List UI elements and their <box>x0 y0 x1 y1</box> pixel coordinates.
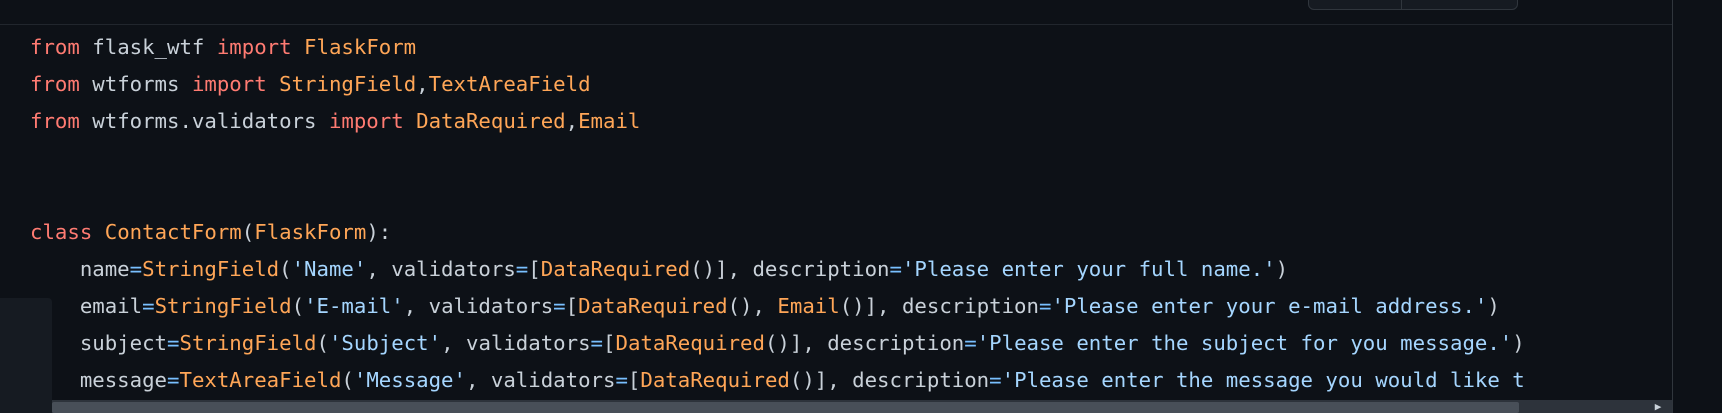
code-line: from wtforms.validators import DataRequi… <box>30 103 1525 140</box>
code-token: ()], description <box>789 368 990 392</box>
code-token: = <box>142 294 155 318</box>
code-token: [ <box>528 257 541 281</box>
code-token: = <box>964 331 977 355</box>
code-token: DataRequired <box>578 294 728 318</box>
code-token: StringField <box>179 331 317 355</box>
code-token: ContactForm <box>104 220 242 244</box>
code-token: FlaskForm <box>254 220 367 244</box>
code-token: ()], description <box>764 331 965 355</box>
code-token: from <box>30 109 80 133</box>
code-token: ) <box>1487 294 1500 318</box>
code-token: StringField <box>279 72 417 96</box>
code-token: 'Message' <box>353 368 466 392</box>
code-line: message=TextAreaField('Message', validat… <box>30 362 1525 399</box>
code-token: import <box>216 35 292 59</box>
code-token: ( <box>279 257 292 281</box>
code-token: ()], description <box>690 257 890 281</box>
code-token: DataRequired <box>416 109 566 133</box>
code-token: = <box>889 257 902 281</box>
code-token: ()], description <box>839 294 1039 318</box>
code-line: name=StringField('Name', validators=[Dat… <box>30 251 1525 288</box>
code-token: ( <box>341 368 354 392</box>
scroll-right-arrow-icon[interactable]: ▶ <box>1650 401 1666 413</box>
code-token: , <box>565 109 579 133</box>
code-token: ( <box>316 331 329 355</box>
horizontal-scrollbar[interactable] <box>52 400 1672 413</box>
code-token: , validators <box>403 294 554 318</box>
code-line: email=StringField('E-mail', validators=[… <box>30 288 1525 325</box>
code-line: from flask_wtf import FlaskForm <box>30 29 1525 66</box>
code-block: from flask_wtf import FlaskForm from wtfo… <box>0 25 1672 403</box>
code-token: 'Please enter the message you would like… <box>1001 368 1525 392</box>
code-token: = <box>515 257 529 281</box>
code-token: Email <box>777 294 840 318</box>
code-token: StringField <box>154 294 292 318</box>
code-token: [ <box>627 368 641 392</box>
code-token: ) <box>1512 331 1525 355</box>
code-token: (), <box>727 294 778 318</box>
code-token: FlaskForm <box>304 35 417 59</box>
code-token: = <box>129 257 143 281</box>
code-token: = <box>1038 294 1052 318</box>
right-side-panel <box>1672 0 1722 413</box>
code-token: , <box>416 72 429 96</box>
code-token: 'Please enter your full name.' <box>901 257 1276 281</box>
code-token: import <box>328 109 404 133</box>
top-button-group[interactable] <box>1308 0 1518 10</box>
scrollbar-thumb[interactable] <box>52 402 1519 413</box>
code-token: ): <box>366 220 392 244</box>
code-token: 'E-mail' <box>304 294 404 318</box>
code-token: name <box>30 257 130 281</box>
code-token: class <box>30 220 93 244</box>
code-token: ( <box>291 294 305 318</box>
code-token: TextAreaField <box>179 368 342 392</box>
code-content: from flask_wtf import FlaskForm from wtfo… <box>30 29 1525 399</box>
code-token: ) <box>1275 257 1289 281</box>
code-token: 'Name' <box>291 257 367 281</box>
code-token: from <box>30 72 80 96</box>
code-token: flask_wtf <box>79 35 217 59</box>
code-token: = <box>615 368 628 392</box>
code-token: ( <box>241 220 255 244</box>
code-token: DataRequired <box>640 368 790 392</box>
top-toolbar <box>0 0 1672 25</box>
code-token: StringField <box>142 257 280 281</box>
code-token: import <box>191 72 267 96</box>
code-line: subject=StringField('Subject', validator… <box>30 325 1525 362</box>
code-token: from <box>30 35 80 59</box>
code-token: [ <box>565 294 579 318</box>
code-token: = <box>167 331 180 355</box>
code-token: [ <box>603 331 616 355</box>
code-token: = <box>590 331 604 355</box>
code-token: 'Please enter the subject for you messag… <box>976 331 1513 355</box>
code-token: DataRequired <box>615 331 765 355</box>
code-token: wtforms.validators <box>79 109 329 133</box>
code-token: 'Subject' <box>328 331 442 355</box>
code-token: TextAreaField <box>428 72 591 96</box>
code-token: , validators <box>441 331 591 355</box>
code-token: Email <box>578 109 641 133</box>
code-token: wtforms <box>79 72 192 96</box>
code-token: = <box>553 294 566 318</box>
button-group-divider <box>1401 0 1402 9</box>
code-line: class ContactForm(FlaskForm): <box>30 214 1525 251</box>
code-token: 'Please enter your e-mail address.' <box>1051 294 1488 318</box>
code-token: = <box>989 368 1002 392</box>
code-line: from wtforms import StringField,TextArea… <box>30 66 1525 103</box>
code-token: DataRequired <box>540 257 691 281</box>
left-side-panel <box>0 298 52 413</box>
code-token: = <box>167 368 180 392</box>
code-token: , validators <box>465 368 616 392</box>
code-token: , validators <box>366 257 516 281</box>
